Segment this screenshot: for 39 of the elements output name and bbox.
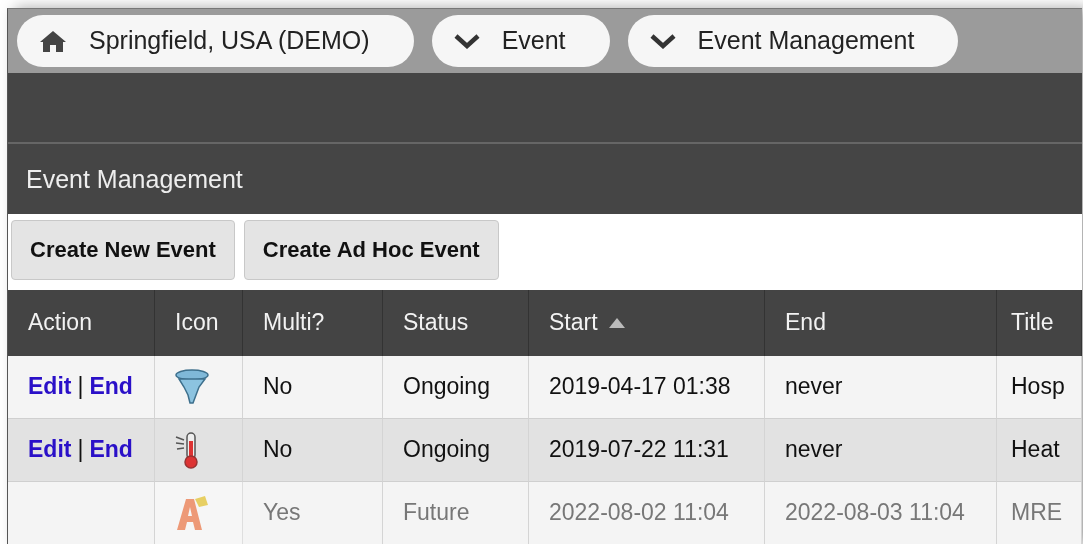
home-icon xyxy=(39,28,67,53)
action-link[interactable]: Edit xyxy=(28,373,72,401)
action-link[interactable]: End xyxy=(89,436,133,464)
table-cell: MRE xyxy=(997,482,1082,544)
table-cell: Ongoing xyxy=(383,356,529,419)
table-cell: 2022-08-03 11:04 xyxy=(765,482,997,544)
column-header[interactable]: Title xyxy=(997,290,1082,356)
create-event-button[interactable]: Create New Event xyxy=(11,220,235,280)
page-title: Event Management xyxy=(26,164,243,194)
action-link[interactable]: Edit xyxy=(28,436,72,464)
action-link[interactable]: End xyxy=(89,373,133,401)
breadcrumb[interactable]: Event Management xyxy=(627,14,959,67)
column-header[interactable]: End xyxy=(765,290,997,356)
column-header[interactable]: Status xyxy=(383,290,529,356)
breadcrumb[interactable]: Event xyxy=(431,14,610,67)
column-header[interactable]: Action xyxy=(8,290,155,356)
table-cell: Yes xyxy=(243,482,383,544)
separator: | xyxy=(77,373,84,401)
table-cell: never xyxy=(765,356,997,419)
table-cell: Ongoing xyxy=(383,419,529,482)
table-cell: never xyxy=(765,419,997,482)
table-cell: Future xyxy=(383,482,529,544)
chevron-down-icon xyxy=(453,32,480,49)
table-cell: 2019-07-22 11:31 xyxy=(529,419,765,482)
table-cell: No xyxy=(243,356,383,419)
column-header[interactable]: Icon xyxy=(155,290,243,356)
breadcrumb[interactable]: Springfield, USA (DEMO) xyxy=(17,14,414,67)
sort-ascending-icon xyxy=(607,317,626,329)
create-event-button[interactable]: Create Ad Hoc Event xyxy=(243,220,499,280)
column-header[interactable]: Multi? xyxy=(243,290,383,356)
letter-a-alert-icon xyxy=(175,495,209,531)
table-cell: Heat xyxy=(997,419,1082,482)
table-cell: Hosp xyxy=(997,356,1082,419)
table-cell: No xyxy=(243,419,383,482)
separator: | xyxy=(77,436,84,464)
column-header[interactable]: Start xyxy=(529,290,765,356)
chevron-down-icon xyxy=(649,32,676,49)
table-cell: 2022-08-02 11:04 xyxy=(529,482,765,544)
table-cell: 2019-04-17 01:38 xyxy=(529,356,765,419)
